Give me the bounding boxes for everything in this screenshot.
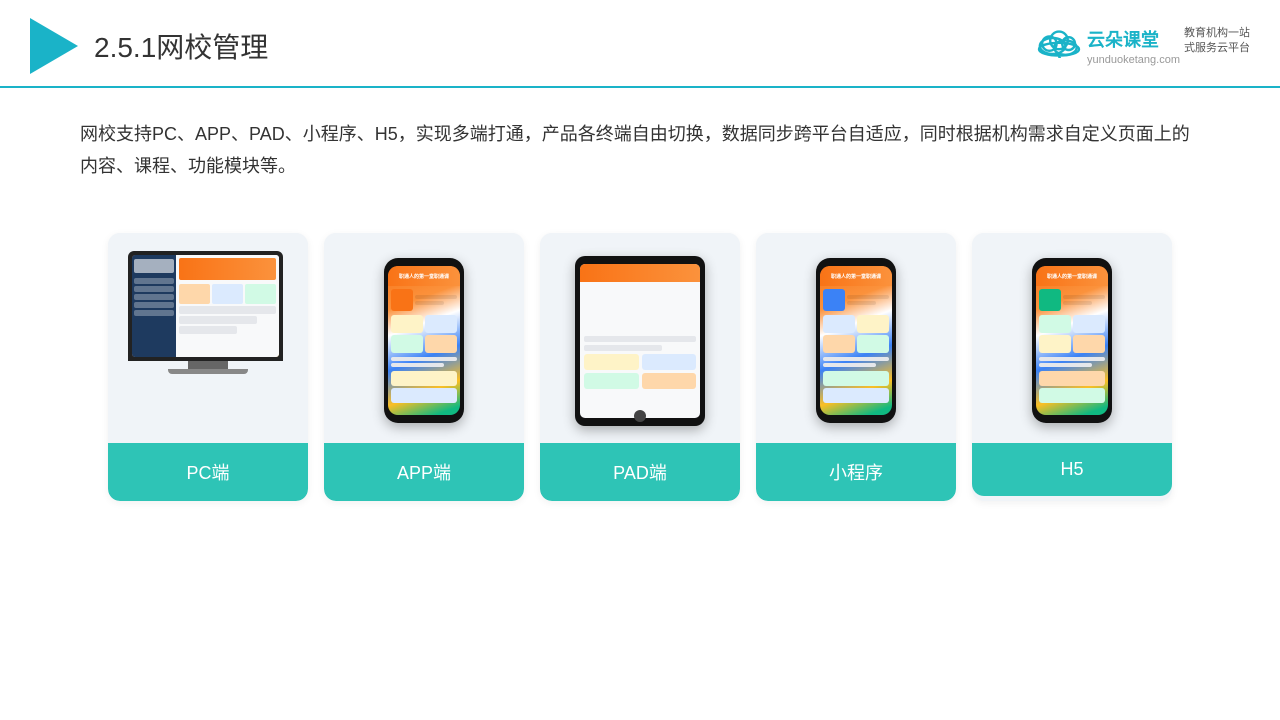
card-miniprogram-image: 职通人的第一堂职通课 [756,233,956,443]
card-pad-image [540,233,740,443]
card-pad-label: PAD端 [540,443,740,501]
h5-device-icon: 职通人的第一堂职通课 [1032,258,1112,423]
pc-device-icon [128,251,288,431]
header: 2.5.1网校管理 云朵课堂 yunduoketang.com 教育机构一站 式… [0,0,1280,88]
brand-container: 云朵课堂 yunduoketang.com 教育机构一站 式服务云平台 [1035,26,1250,66]
card-pad: PAD端 [540,233,740,501]
miniprogram-device-icon: 职通人的第一堂职通课 [816,258,896,423]
header-left: 2.5.1网校管理 [30,18,268,74]
header-right: 云朵课堂 yunduoketang.com 教育机构一站 式服务云平台 [1035,26,1250,66]
card-app-label: APP端 [324,443,524,501]
cloud-logo-icon [1035,26,1083,58]
card-pc-image [108,233,308,443]
card-h5-label: H5 [972,443,1172,496]
app-device-icon: 职通人的第一堂职通课 [384,258,464,423]
card-app-image: 职通人的第一堂职通课 [324,233,524,443]
card-h5: 职通人的第一堂职通课 [972,233,1172,501]
page-title: 2.5.1网校管理 [94,26,268,66]
logo-triangle-icon [30,18,78,74]
card-pc-label: PC端 [108,443,308,501]
cards-container: PC端 职通人的第一堂职通课 [0,213,1280,521]
card-pc: PC端 [108,233,308,501]
card-miniprogram: 职通人的第一堂职通课 [756,233,956,501]
brand-slogan: 教育机构一站 式服务云平台 [1184,26,1250,57]
card-h5-image: 职通人的第一堂职通课 [972,233,1172,443]
brand-name: 云朵课堂 yunduoketang.com [1087,26,1180,66]
pad-device-icon [575,256,705,426]
card-miniprogram-label: 小程序 [756,443,956,501]
description-text: 网校支持PC、APP、PAD、小程序、H5，实现多端打通，产品各终端自由切换，数… [0,88,1280,203]
card-app: 职通人的第一堂职通课 [324,233,524,501]
